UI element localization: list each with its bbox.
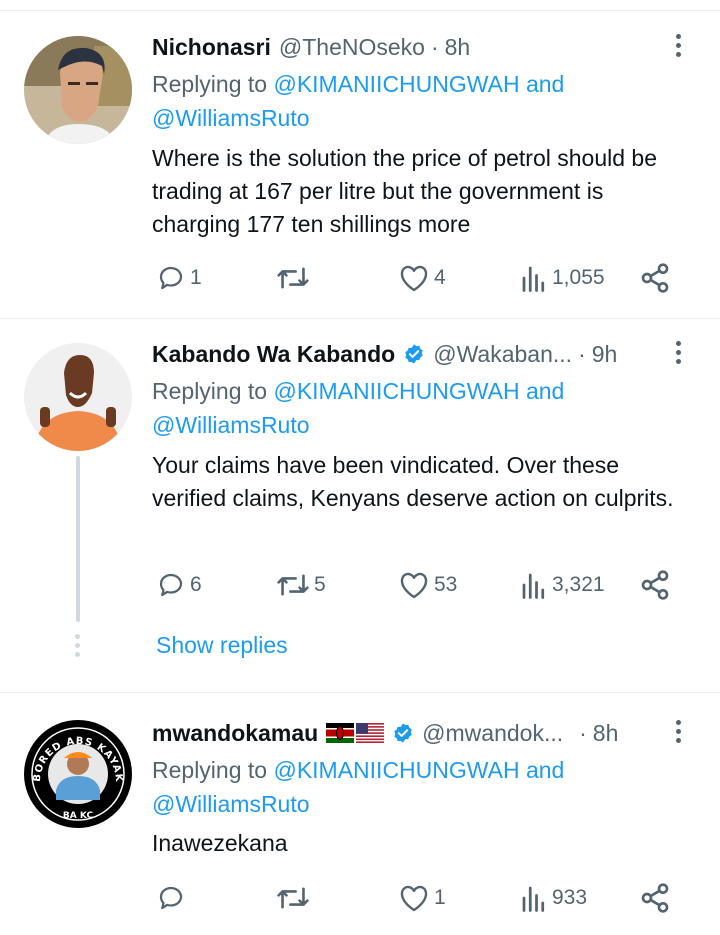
author-name[interactable]: Nichonasri	[152, 34, 271, 61]
replying-to: Replying to @KIMANIICHUNGWAH and @Willia…	[152, 67, 692, 135]
replying-and[interactable]: and	[526, 378, 564, 404]
retweet-icon	[277, 267, 309, 289]
verified-badge-icon	[394, 723, 412, 743]
like-count: 53	[434, 573, 458, 596]
retweet-icon	[277, 887, 309, 909]
author-name[interactable]: mwandokamau	[152, 720, 318, 747]
mention-link[interactable]: @WilliamsRuto	[152, 105, 310, 131]
replying-to: Replying to @KIMANIICHUNGWAH and @Willia…	[152, 753, 692, 821]
like-icon	[400, 265, 428, 292]
like-icon	[400, 572, 428, 599]
replying-and[interactable]: and	[526, 757, 564, 783]
replying-and[interactable]: and	[526, 71, 564, 97]
thread-dots	[75, 634, 81, 661]
divider	[0, 318, 720, 319]
more-icon[interactable]	[676, 34, 682, 61]
views-button[interactable]: 3,321	[520, 569, 605, 601]
retweet-count: 5	[314, 573, 326, 596]
tweet-text: Your claims have been vindicated. Over t…	[152, 452, 674, 511]
verified-badge-icon	[405, 344, 423, 364]
views-count: 1,055	[552, 266, 605, 289]
reply-button[interactable]: 1	[156, 262, 202, 294]
reply-button[interactable]: 6	[156, 569, 202, 601]
author-handle[interactable]: @Wakaban...	[433, 341, 572, 368]
timestamp[interactable]: 8h	[593, 720, 619, 747]
separator: ·	[579, 719, 587, 746]
reply-icon	[159, 266, 183, 290]
top-divider	[0, 10, 720, 11]
flag-emojis	[326, 723, 385, 743]
tweet-text: Inawezekana	[152, 830, 288, 856]
tweet-header: Nichonasri @TheNOseko · 8h	[152, 30, 470, 64]
share-icon	[641, 570, 669, 600]
replying-prefix: Replying to	[152, 378, 268, 404]
thread-line	[76, 456, 80, 622]
reply-count: 6	[190, 573, 202, 596]
share-button[interactable]	[639, 569, 671, 601]
separator: ·	[578, 340, 586, 367]
author-name[interactable]: Kabando Wa Kabando	[152, 341, 395, 368]
timestamp[interactable]: 9h	[592, 341, 618, 368]
avatar[interactable]	[24, 36, 132, 144]
views-count: 933	[552, 886, 588, 909]
views-count: 3,321	[552, 573, 605, 596]
share-button[interactable]	[639, 882, 671, 914]
tweet-text: Where is the solution the price of petro…	[152, 145, 658, 237]
replying-prefix: Replying to	[152, 757, 268, 783]
mention-link[interactable]: @KIMANIICHUNGWAH	[273, 757, 519, 783]
show-replies-link[interactable]: Show replies	[156, 632, 288, 659]
replying-prefix: Replying to	[152, 71, 268, 97]
usa-flag-icon	[356, 723, 385, 743]
retweet-button[interactable]	[276, 882, 314, 914]
retweet-icon	[277, 574, 309, 596]
author-handle[interactable]: @mwandok...	[422, 720, 563, 747]
retweet-button[interactable]: 5	[276, 569, 326, 601]
share-icon	[641, 883, 669, 913]
mention-link[interactable]: @WilliamsRuto	[152, 412, 310, 438]
views-icon	[522, 266, 545, 292]
share-button[interactable]	[639, 262, 671, 294]
like-count: 4	[434, 266, 446, 289]
timestamp[interactable]: 8h	[445, 34, 471, 61]
more-icon[interactable]	[676, 341, 682, 368]
like-button[interactable]: 53	[398, 569, 457, 601]
mention-link[interactable]: @KIMANIICHUNGWAH	[273, 71, 519, 97]
divider	[0, 692, 720, 693]
avatar[interactable]	[24, 343, 132, 451]
more-icon[interactable]	[676, 720, 682, 747]
tweet-header: mwandokamau @mwandok... · 8h	[152, 716, 618, 750]
views-icon	[522, 886, 545, 912]
reply-icon	[159, 886, 183, 910]
avatar[interactable]: BORED ABS KAYAK CLUB BA KC	[24, 720, 132, 828]
reply-icon	[159, 573, 183, 597]
replying-to: Replying to @KIMANIICHUNGWAH and @Willia…	[152, 374, 692, 442]
like-button[interactable]: 1	[398, 882, 446, 914]
like-icon	[400, 885, 428, 912]
separator: ·	[430, 33, 439, 60]
kenya-flag-icon	[326, 723, 355, 743]
views-icon	[522, 573, 545, 599]
share-icon	[641, 263, 669, 293]
tweet-header: Kabando Wa Kabando @Wakaban... · 9h	[152, 337, 617, 371]
views-button[interactable]: 1,055	[520, 262, 605, 294]
retweet-button[interactable]	[276, 262, 314, 294]
avatar-bottom-text: BA KC	[63, 811, 94, 821]
reply-button[interactable]	[156, 882, 190, 914]
author-handle[interactable]: @TheNOseko	[279, 34, 425, 61]
like-button[interactable]: 4	[398, 262, 446, 294]
mention-link[interactable]: @WilliamsRuto	[152, 791, 310, 817]
views-button[interactable]: 933	[520, 882, 587, 914]
like-count: 1	[434, 886, 446, 909]
mention-link[interactable]: @KIMANIICHUNGWAH	[273, 378, 519, 404]
reply-count: 1	[190, 266, 202, 289]
